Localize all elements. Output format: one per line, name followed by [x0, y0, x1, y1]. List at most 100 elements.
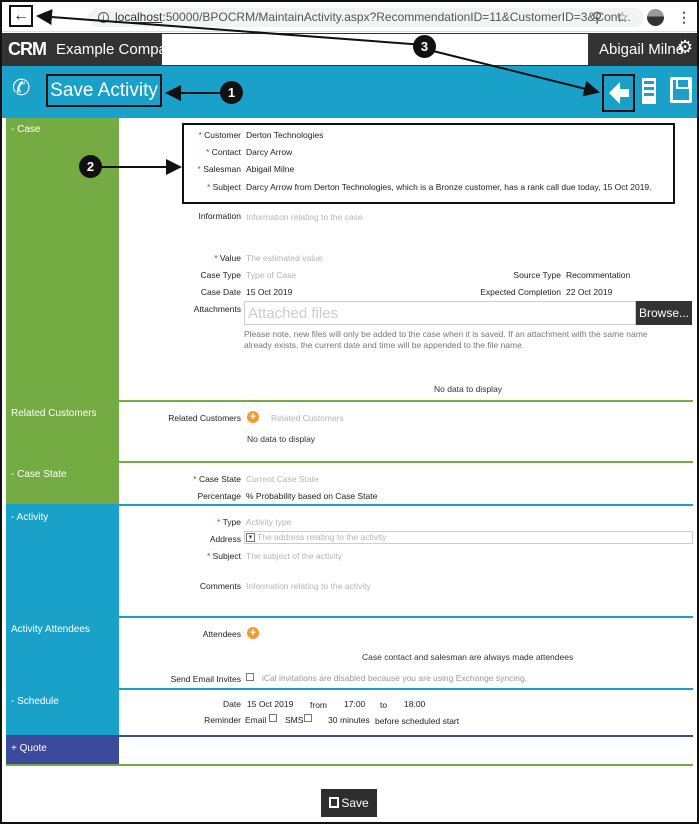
- related-customers-body: [119, 402, 693, 463]
- address-input[interactable]: ▾ The address relating to the activity: [244, 531, 693, 544]
- case-section-header[interactable]: - Case: [6, 118, 119, 402]
- source-type-label: Source Type: [513, 270, 561, 280]
- customer-value[interactable]: Derton Technologies: [246, 130, 323, 140]
- address-placeholder: The address relating to the activity: [257, 532, 387, 542]
- attachments-label: Attachments: [193, 304, 241, 314]
- percentage-label: Percentage: [197, 491, 241, 501]
- attendees-header[interactable]: Activity Attendees: [6, 618, 119, 690]
- percentage-value: % Probability based on Case State: [246, 491, 378, 501]
- type-label: * Type: [217, 517, 241, 527]
- date-label: Date: [223, 699, 241, 709]
- app-header: CRM Example Company Abigail Milne ⚙: [2, 33, 697, 66]
- back-arrow-icon: ←: [13, 7, 29, 24]
- send-invites-checkbox[interactable]: [246, 673, 254, 681]
- menu-dots-icon[interactable]: ⋮: [677, 10, 691, 24]
- url-host: localhost: [115, 10, 163, 24]
- related-customers-input[interactable]: Related Customers: [271, 413, 344, 423]
- related-customers-header[interactable]: Related Customers: [6, 402, 119, 463]
- salesman-label: * Salesman: [197, 164, 241, 174]
- to-label: to: [380, 700, 388, 710]
- salesman-value[interactable]: Abigail Milne: [246, 164, 294, 174]
- save-button-label: Save: [341, 796, 369, 810]
- minutes-value[interactable]: 30: [328, 715, 337, 725]
- quote-body: [119, 737, 693, 766]
- email-label: Email: [245, 715, 267, 725]
- page-title: Save Activity: [46, 74, 162, 107]
- activity-subject-input[interactable]: The subject of the activity: [246, 551, 342, 561]
- save-icon: [329, 797, 340, 808]
- source-type-value: Recommentation: [566, 270, 631, 280]
- schedule-section: - Schedule: [6, 690, 693, 737]
- activity-section: - Activity: [6, 506, 693, 618]
- case-state-header[interactable]: - Case State: [6, 463, 119, 506]
- callout-2: 2: [79, 155, 102, 178]
- schedule-header[interactable]: - Schedule: [6, 690, 119, 737]
- attachments-no-data: No data to display: [434, 384, 503, 394]
- info-icon: i: [98, 12, 109, 24]
- back-arrow-icon: [608, 82, 629, 104]
- contact-value[interactable]: Darcy Arrow: [246, 147, 292, 157]
- send-invites-label: Send Email Invites: [170, 674, 241, 684]
- dropdown-icon[interactable]: ▾: [246, 533, 255, 542]
- crm-logo: CRM: [8, 39, 47, 59]
- case-type-select[interactable]: Type of Case: [246, 270, 296, 280]
- customer-label: * Customer: [198, 130, 241, 140]
- related-customers-section: Related Customers: [6, 402, 693, 463]
- schedule-body: [119, 690, 693, 737]
- case-state-label: * Case State: [193, 474, 241, 484]
- case-date-value[interactable]: 15 Oct 2019: [246, 287, 292, 297]
- comments-input[interactable]: Information relating to the activity: [246, 581, 371, 591]
- building-icon[interactable]: [642, 78, 656, 104]
- browser-toolbar: ← i localhost:50000/BPOCRM/MaintainActivi…: [2, 2, 697, 32]
- reminder-label: Reminder: [204, 715, 241, 725]
- expected-completion-value[interactable]: 22 Oct 2019: [566, 287, 612, 297]
- information-label: Information: [198, 211, 241, 221]
- sms-checkbox[interactable]: [304, 714, 312, 722]
- sms-label: SMS: [285, 715, 304, 725]
- callout-1: 1: [220, 81, 243, 104]
- from-value[interactable]: 17:00: [344, 699, 365, 709]
- save-button[interactable]: Save: [321, 789, 377, 817]
- activity-subject-label: * Subject: [206, 551, 241, 561]
- callout-3: 3: [413, 35, 436, 58]
- gear-icon[interactable]: ⚙: [677, 38, 693, 56]
- type-select[interactable]: Activity type: [246, 517, 291, 527]
- value-input[interactable]: The estimated value: [246, 253, 323, 263]
- quote-header[interactable]: + Quote: [6, 737, 119, 766]
- user-name[interactable]: Abigail Milne: [599, 42, 684, 58]
- information-input[interactable]: Information relating to the case: [246, 212, 363, 222]
- attendees-label: Attendees: [202, 629, 241, 639]
- add-attendee-icon[interactable]: +: [247, 627, 259, 639]
- activity-header[interactable]: - Activity: [6, 506, 119, 618]
- profile-icon[interactable]: [647, 9, 664, 26]
- attendees-note: Case contact and salesman are always mad…: [362, 652, 574, 662]
- date-value[interactable]: 15 Oct 2019: [247, 699, 293, 709]
- browse-button[interactable]: Browse...: [636, 301, 692, 325]
- section-divider: [6, 764, 693, 766]
- quote-section: + Quote: [6, 737, 693, 766]
- comments-label: Comments: [199, 581, 241, 591]
- related-no-data: No data to display: [247, 434, 316, 444]
- case-state-select[interactable]: Current Case State: [246, 474, 319, 484]
- star-icon[interactable]: ☆: [616, 10, 629, 24]
- page-toolbar: ✆ Save Activity: [2, 66, 697, 118]
- add-related-customer-icon[interactable]: +: [247, 411, 259, 423]
- phone-icon: ✆: [12, 75, 31, 100]
- from-label: from: [310, 700, 327, 710]
- email-checkbox[interactable]: [269, 714, 277, 722]
- attachments-input[interactable]: Attached files: [244, 301, 636, 325]
- back-button[interactable]: [602, 74, 635, 112]
- expected-completion-label: Expected Completion: [480, 287, 561, 297]
- address-bar[interactable]: i localhost:50000/BPOCRM/MaintainActivity…: [88, 8, 644, 27]
- to-value[interactable]: 18:00: [404, 699, 425, 709]
- before-label: before scheduled start: [375, 716, 460, 726]
- header-search-area[interactable]: [162, 34, 588, 65]
- subject-value[interactable]: Darcy Arrow from Derton Technologies, wh…: [246, 182, 652, 192]
- value-label: * Value: [214, 253, 241, 263]
- save-icon[interactable]: [670, 77, 692, 103]
- related-customers-label: Related Customers: [168, 413, 241, 423]
- case-type-label: Case Type: [200, 270, 241, 280]
- browser-back-button[interactable]: ←: [9, 5, 33, 27]
- zoom-icon[interactable]: ⚲: [592, 10, 602, 24]
- minutes-label: minutes: [340, 715, 370, 725]
